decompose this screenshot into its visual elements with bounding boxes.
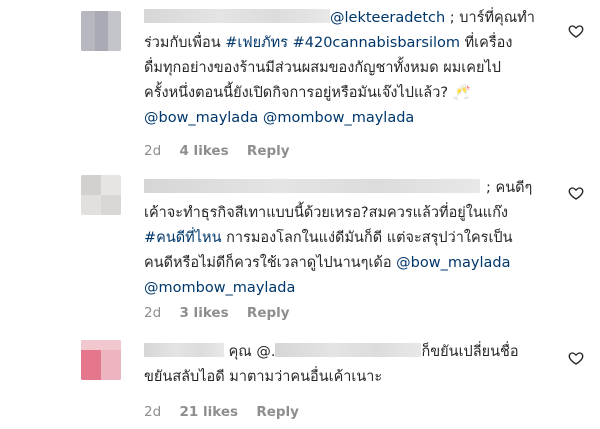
reply-button[interactable]: Reply xyxy=(247,143,290,159)
timestamp[interactable]: 2d xyxy=(144,305,161,321)
heart-outline-icon[interactable] xyxy=(568,185,584,201)
comment-text-segment: เค้าจะทำธุรกิจสีเทาแบบนี้ด้วยเหรอ?สมควรแ… xyxy=(144,205,509,221)
timestamp[interactable]: 2d xyxy=(144,404,161,420)
mention-link[interactable]: @bow_maylada xyxy=(144,110,258,126)
comment-meta: 2d 21 likes Reply xyxy=(144,404,313,420)
comment-text: ; คนดีๆ เค้าจะทำธุรกิจสีเทาแบบนี้ด้วยเหร… xyxy=(144,176,554,301)
comment-text-segment: ; บาร์ที่คุณทำ xyxy=(445,10,535,26)
mention-link[interactable]: @lekteeradetch xyxy=(330,10,445,26)
avatar[interactable] xyxy=(81,11,121,51)
heart-outline-icon[interactable] xyxy=(568,350,584,366)
mention-link[interactable]: @mombow_maylada xyxy=(144,280,295,296)
hashtag-link[interactable]: #คนดีที่ไหน xyxy=(144,230,222,246)
reply-button[interactable]: Reply xyxy=(256,404,299,420)
hashtag-link[interactable]: #420cannabisbarsilom xyxy=(293,35,460,51)
comment-text-segment: ; คนดีๆ xyxy=(486,180,533,196)
heart-outline-icon[interactable] xyxy=(568,23,584,39)
comment-text-segment: ร่วมกับเพื่อน xyxy=(144,35,226,51)
comment-text-segment: ขยันสลับไอดี มาตามว่าคนอื่นเค้าเนาะ xyxy=(144,369,383,385)
likes-count[interactable]: 4 likes xyxy=(179,143,228,159)
redacted-username xyxy=(144,343,224,357)
timestamp[interactable]: 2d xyxy=(144,143,161,159)
reply-button[interactable]: Reply xyxy=(247,305,290,321)
avatar[interactable] xyxy=(81,340,121,380)
redacted-username xyxy=(144,179,480,193)
comment-text-segment: ครั้งหนึ่งตอนนี้ยังเปิดกิจการอยู่หรือมัน… xyxy=(144,85,471,101)
comment-meta: 2d 4 likes Reply xyxy=(144,143,304,159)
redacted-username xyxy=(144,9,330,23)
mention-link[interactable]: @mombow_maylada xyxy=(263,110,414,126)
redacted-username xyxy=(275,343,422,357)
hashtag-link[interactable]: #เฟยภัทร xyxy=(225,35,288,51)
comment-text-segment: ก็ขยันเปลี่ยนชื่อ xyxy=(421,344,519,360)
avatar[interactable] xyxy=(81,175,121,215)
comment-text: คุณ @. ก็ขยันเปลี่ยนชื่อ ขยันสลับไอดี มาต… xyxy=(144,340,554,390)
comment-text-segment: ดื่มทุกอย่างของร้านมีส่วนผสมของกัญชาทั้ง… xyxy=(144,60,501,76)
likes-count[interactable]: 3 likes xyxy=(179,305,228,321)
likes-count[interactable]: 21 likes xyxy=(179,404,238,420)
comment-text-segment: คุณ @. xyxy=(224,344,276,360)
mention-link[interactable]: @bow_maylada xyxy=(396,255,510,271)
comment-text-segment: การมองโลกในแง่ดีมันก็ดี แต่จะสรุปว่าใครเ… xyxy=(221,230,513,246)
comment-text-segment: ที่เครื่อง xyxy=(460,35,513,51)
comment-text-segment: คนดีหรือไม่ดีก็ควรใช้เวลาดูไปนานๆเด้อ xyxy=(144,255,397,271)
comment-meta: 2d 3 likes Reply xyxy=(144,305,304,321)
comment-text: @lekteeradetch ; บาร์ที่คุณทำ ร่วมกับเพื… xyxy=(144,6,554,131)
